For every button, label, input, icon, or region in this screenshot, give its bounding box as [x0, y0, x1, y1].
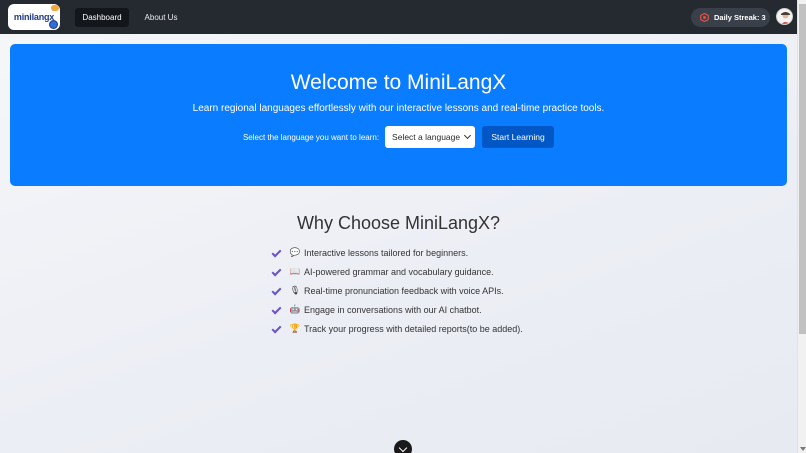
speech-bubble-icon: 💬 — [289, 247, 301, 257]
feature-text: AI-powered grammar and vocabulary guidan… — [304, 266, 494, 277]
check-icon — [271, 305, 281, 315]
feature-item: 💬 Interactive lessons tailored for begin… — [271, 243, 523, 262]
start-learning-button[interactable]: Start Learning — [482, 126, 555, 148]
book-icon: 📖 — [289, 266, 301, 276]
streak-icon — [700, 12, 709, 23]
logo-text: minilangx — [13, 12, 55, 22]
feature-item: 🤖 Engage in conversations with our AI ch… — [271, 300, 523, 319]
microphone-icon: 🎙 — [289, 285, 301, 295]
chevron-down-icon — [464, 131, 472, 140]
robot-icon: 🤖 — [289, 304, 301, 314]
feature-text: Interactive lessons tailored for beginne… — [304, 247, 469, 258]
nav-dashboard[interactable]: Dashboard — [75, 8, 129, 27]
trophy-icon: 🏆 — [289, 323, 301, 333]
hero-banner: Welcome to MiniLangX Learn regional lang… — [10, 44, 787, 186]
language-select[interactable]: Select a language — [385, 126, 476, 148]
user-avatar-icon[interactable] — [776, 8, 793, 25]
check-icon — [271, 248, 281, 258]
feature-text: Track your progress with detailed report… — [304, 323, 523, 334]
why-title: Why Choose MiniLangX? — [296, 213, 501, 233]
nav-about-us[interactable]: About Us — [139, 8, 183, 27]
logo-globe-icon — [49, 20, 58, 29]
hero-title: Welcome to MiniLangX — [290, 71, 507, 94]
feature-text: Engage in conversations with our AI chat… — [304, 304, 482, 315]
daily-streak-badge[interactable]: Daily Streak: 3 — [691, 8, 770, 27]
scrollbar-thumb[interactable] — [799, 4, 806, 334]
language-select-label: Select the language you want to learn: — [242, 132, 380, 142]
page-scrollbar[interactable] — [797, 0, 806, 453]
feature-item: 🏆 Track your progress with detailed repo… — [271, 319, 523, 338]
feature-item: 🎙 Real-time pronunciation feedback with … — [271, 281, 523, 300]
check-icon — [271, 286, 281, 296]
check-icon — [271, 267, 281, 277]
feature-text: Real-time pronunciation feedback with vo… — [304, 285, 504, 296]
feature-item: 📖 AI-powered grammar and vocabulary guid… — [271, 262, 523, 281]
logo-bubble-icon — [51, 5, 59, 11]
hero-subtitle: Learn regional languages effortlessly wi… — [192, 103, 605, 114]
language-select-row: Select the language you want to learn: S… — [10, 126, 787, 148]
navbar: minilangx Dashboard About Us Daily Strea… — [0, 0, 797, 34]
app-logo[interactable]: minilangx — [8, 4, 60, 30]
feature-list: 💬 Interactive lessons tailored for begin… — [271, 243, 523, 338]
check-icon — [271, 324, 281, 334]
language-select-value: Select a language — [392, 132, 461, 142]
scroll-down-button[interactable] — [394, 440, 412, 453]
scroll-down-arrow-icon[interactable] — [800, 447, 806, 451]
streak-label: Daily Streak: 3 — [714, 13, 766, 22]
